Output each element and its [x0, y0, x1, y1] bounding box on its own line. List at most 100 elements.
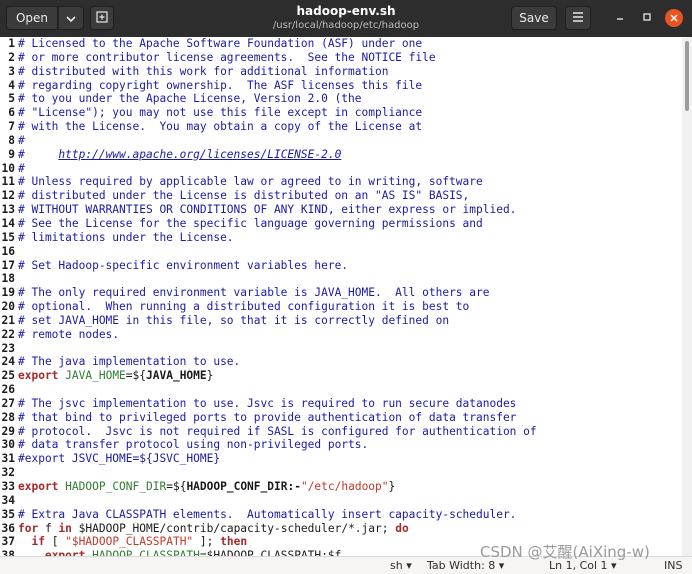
main-menu-button[interactable] [565, 6, 591, 30]
title-block: hadoop-env.sh /usr/local/hadoop/etc/hado… [200, 4, 492, 32]
code-token: # [18, 133, 25, 147]
code-line[interactable]: 17 # Set Hadoop-specific environment vari… [0, 259, 682, 273]
hamburger-menu-icon [572, 11, 584, 25]
code-line[interactable]: 28 # that bind to privileged ports to pro… [0, 411, 682, 425]
code-line[interactable]: 9 # http://www.apache.org/licenses/LICENS… [0, 148, 682, 162]
line-number: 27 [1, 396, 15, 410]
code-line[interactable]: 16 [0, 245, 682, 259]
window-title: hadoop-env.sh [296, 4, 396, 18]
line-number: 25 [1, 369, 15, 383]
line-number: 11 [1, 175, 15, 189]
code-line[interactable]: 12 # distributed under the License is dis… [0, 189, 682, 203]
file-path: /usr/local/hadoop/etc/hadoop [272, 20, 420, 31]
new-tab-button[interactable] [90, 6, 114, 30]
line-number: 32 [1, 466, 15, 480]
code-line[interactable]: 25 export JAVA_HOME=${JAVA_HOME} [0, 369, 682, 383]
minimize-button[interactable] [613, 11, 627, 25]
code-token: # Extra Java CLASSPATH elements. Automat… [18, 507, 517, 521]
code-line[interactable]: 35 # Extra Java CLASSPATH elements. Autom… [0, 508, 682, 522]
code-token: # optional. When running a distributed c… [18, 300, 470, 314]
header-bar: Open hadoop-env.sh /usr/local/hadoop/etc… [0, 0, 692, 37]
open-button-label: Open [15, 11, 49, 25]
code-line[interactable]: 33 export HADOOP_CONF_DIR=${HADOOP_CONF_D… [0, 480, 682, 494]
line-number: 12 [1, 189, 15, 203]
code-token: } [206, 369, 214, 383]
code-line[interactable]: 15 # limitations under the License. [0, 231, 682, 245]
code-line[interactable]: 10 # [0, 162, 682, 176]
code-area[interactable]: 1 # Licensed to the Apache Software Found… [0, 37, 682, 556]
open-button[interactable]: Open [6, 6, 58, 30]
code-line[interactable]: 34 [0, 494, 682, 508]
code-line[interactable]: 36 for f in $HADOOP_HOME/contrib/capacity… [0, 522, 682, 536]
code-token: "$HADOOP_CLASSPATH" [65, 535, 194, 549]
code-token: # [18, 161, 25, 175]
line-number: 31 [1, 452, 15, 466]
language-label: sh [390, 559, 403, 572]
code-line[interactable]: 18 [0, 272, 682, 286]
code-line[interactable]: 20 # optional. When running a distributed… [0, 300, 682, 314]
code-token: # Set Hadoop-specific environment variab… [18, 258, 349, 272]
code-line[interactable]: 4 # regarding copyright ownership. The AS… [0, 79, 682, 93]
chevron-down-icon [66, 11, 76, 25]
code-line[interactable]: 14 # See the License for the specific lan… [0, 217, 682, 231]
vertical-scrollbar[interactable] [682, 37, 692, 556]
code-token: # remote nodes. [18, 327, 120, 341]
line-number: 5 [8, 92, 15, 106]
code-line[interactable]: 22 # remote nodes. [0, 328, 682, 342]
line-number: 24 [1, 355, 15, 369]
line-number: 21 [1, 313, 15, 327]
code-line[interactable]: 1 # Licensed to the Apache Software Found… [0, 37, 682, 51]
line-number: 37 [1, 535, 15, 549]
open-dropdown-button[interactable] [58, 6, 84, 30]
line-number: 20 [1, 300, 15, 314]
language-selector[interactable]: sh ▾ [390, 558, 412, 573]
code-line[interactable]: 30 # data transfer protocol using non-pri… [0, 438, 682, 452]
save-button[interactable]: Save [511, 6, 557, 30]
code-line[interactable]: 19 # The only required environment variab… [0, 286, 682, 300]
code-token: # See the License for the specific langu… [18, 216, 483, 230]
code-token: # or more contributor license agreements… [18, 50, 436, 64]
line-number: 2 [8, 50, 15, 64]
code-token: =${ [125, 369, 147, 383]
maximize-button[interactable] [640, 11, 654, 25]
code-line[interactable]: 11 # Unless required by applicable law or… [0, 175, 682, 189]
code-token: # WITHOUT WARRANTIES OR CONDITIONS OF AN… [18, 203, 517, 217]
code-line[interactable]: 32 [0, 466, 682, 480]
code-line[interactable]: 29 # protocol. Jsvc is not required if SA… [0, 425, 682, 439]
line-number: 9 [8, 147, 15, 161]
code-line[interactable]: 26 [0, 383, 682, 397]
code-line[interactable]: 27 # The jsvc implementation to use. Jsvc… [0, 397, 682, 411]
line-number: 26 [1, 383, 15, 397]
line-number: 13 [1, 203, 15, 217]
code-line[interactable]: 3 # distributed with this work for additi… [0, 65, 682, 79]
code-token: f [38, 521, 59, 535]
code-line[interactable]: 31 #export JSVC_HOME=${JSVC_HOME} [0, 452, 682, 466]
license-link[interactable]: http://www.apache.org/licenses/LICENSE-2… [58, 148, 341, 161]
text-editor[interactable]: 1 # Licensed to the Apache Software Found… [0, 37, 682, 556]
line-number: 33 [1, 480, 15, 493]
code-token: HADOOP_CONF_DIR [65, 480, 167, 493]
code-line[interactable]: 2 # or more contributor license agreement… [0, 51, 682, 65]
line-number: 8 [8, 133, 15, 147]
line-number: 38 [1, 549, 15, 556]
code-token: # [18, 147, 59, 161]
code-line[interactable]: 8 # [0, 134, 682, 148]
code-token: then [220, 535, 248, 549]
code-line[interactable]: 7 # with the License. You may obtain a co… [0, 120, 682, 134]
scrollbar-thumb[interactable] [685, 41, 689, 111]
code-line[interactable]: 6 # "License"); you may not use this file… [0, 106, 682, 120]
code-token: export [18, 480, 59, 493]
code-token: # set JAVA_HOME in this file, so that it… [18, 313, 450, 327]
code-line[interactable]: 5 # to you under the Apache License, Vers… [0, 92, 682, 106]
line-number: 3 [8, 64, 15, 78]
close-button[interactable] [665, 9, 683, 27]
minimize-icon [615, 12, 625, 25]
code-token: =${ [166, 480, 187, 493]
maximize-icon [642, 12, 652, 25]
code-line[interactable]: 21 # set JAVA_HOME in this file, so that … [0, 314, 682, 328]
code-line[interactable]: 13 # WITHOUT WARRANTIES OR CONDITIONS OF … [0, 203, 682, 217]
code-line[interactable]: 23 [0, 342, 682, 356]
code-token: # regarding copyright ownership. The ASF… [18, 78, 423, 92]
code-line[interactable]: 24 # The java implementation to use. [0, 355, 682, 369]
